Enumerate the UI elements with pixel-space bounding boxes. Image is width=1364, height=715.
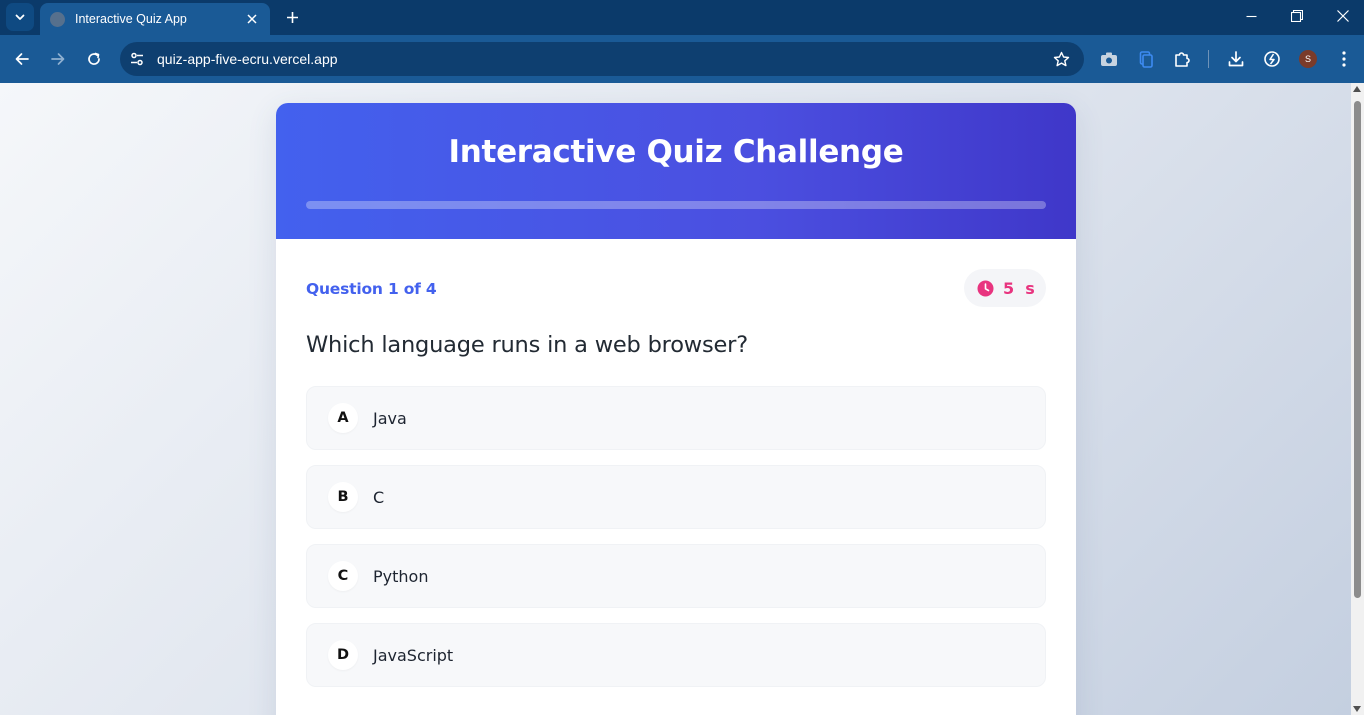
bookmark-button[interactable] <box>1046 44 1076 74</box>
site-info-button[interactable] <box>122 44 152 74</box>
question-text: Which language runs in a web browser? <box>306 332 748 358</box>
puzzle-icon <box>1175 52 1190 67</box>
document-extension-button[interactable] <box>1132 45 1160 73</box>
url-text[interactable]: quiz-app-five-ecru.vercel.app <box>157 51 1046 67</box>
timer-value: 5 s <box>1003 278 1035 298</box>
quiz-progress-bar <box>306 201 1046 209</box>
option-text: Java <box>373 408 407 428</box>
more-vertical-icon <box>1342 51 1346 67</box>
toolbar-divider <box>1208 50 1209 68</box>
performance-button[interactable] <box>1258 45 1286 73</box>
tune-icon <box>131 52 143 66</box>
option-letter: D <box>328 640 358 670</box>
scroll-down-icon[interactable] <box>1353 706 1361 712</box>
timer-badge: 5 s <box>964 269 1046 307</box>
restore-icon <box>1291 10 1303 22</box>
arrow-left-icon <box>15 53 29 65</box>
document-icon <box>1139 50 1153 68</box>
tab-search-button[interactable] <box>6 3 34 31</box>
scrollbar-thumb[interactable] <box>1354 101 1361 598</box>
reload-button[interactable] <box>80 45 108 73</box>
new-tab-button[interactable] <box>282 7 302 27</box>
answer-options: A Java B C C Python D JavaScript <box>306 386 1046 702</box>
restore-button[interactable] <box>1274 0 1320 32</box>
speedometer-icon <box>1264 51 1280 67</box>
option-letter: B <box>328 482 358 512</box>
reload-icon <box>88 52 100 65</box>
screenshot-extension-button[interactable] <box>1095 45 1123 73</box>
quiz-title: Interactive Quiz Challenge <box>448 134 904 170</box>
quiz-card: Interactive Quiz Challenge Question 1 of… <box>276 103 1076 715</box>
tab-close-button[interactable] <box>244 11 260 27</box>
globe-icon <box>50 11 65 27</box>
page-viewport: Interactive Quiz Challenge Question 1 of… <box>0 83 1351 715</box>
download-icon <box>1228 51 1244 67</box>
answer-option-b[interactable]: B C <box>306 465 1046 529</box>
close-icon <box>247 14 257 24</box>
plus-icon <box>286 11 298 23</box>
clock-icon <box>977 280 994 296</box>
page-scrollbar[interactable] <box>1351 83 1364 715</box>
option-text: Python <box>373 566 429 586</box>
arrow-right-icon <box>51 53 65 65</box>
profile-avatar[interactable]: S <box>1299 50 1317 68</box>
browser-tab-active[interactable]: Interactive Quiz App <box>40 3 270 35</box>
extensions-button[interactable] <box>1168 45 1196 73</box>
downloads-button[interactable] <box>1222 45 1250 73</box>
browser-titlebar: Interactive Quiz App <box>0 0 1364 35</box>
option-letter: C <box>328 561 358 591</box>
question-counter: Question 1 of 4 <box>306 280 437 298</box>
quiz-header: Interactive Quiz Challenge <box>276 103 1076 239</box>
star-icon <box>1053 51 1069 66</box>
option-letter: A <box>328 403 358 433</box>
window-close-button[interactable] <box>1320 0 1364 32</box>
close-icon <box>1337 10 1349 22</box>
back-button[interactable] <box>8 45 36 73</box>
address-bar[interactable]: quiz-app-five-ecru.vercel.app <box>120 42 1084 76</box>
answer-option-a[interactable]: A Java <box>306 386 1046 450</box>
answer-option-d[interactable]: D JavaScript <box>306 623 1046 687</box>
option-text: C <box>373 487 385 507</box>
forward-button[interactable] <box>44 45 72 73</box>
answer-option-c[interactable]: C Python <box>306 544 1046 608</box>
scroll-up-icon[interactable] <box>1353 86 1361 92</box>
minimize-icon <box>1246 15 1256 17</box>
minimize-button[interactable] <box>1228 0 1274 32</box>
chevron-down-icon <box>15 14 25 20</box>
browser-menu-button[interactable] <box>1330 45 1358 73</box>
camera-icon <box>1101 52 1117 66</box>
option-text: JavaScript <box>373 645 454 665</box>
tab-title: Interactive Quiz App <box>75 12 187 26</box>
